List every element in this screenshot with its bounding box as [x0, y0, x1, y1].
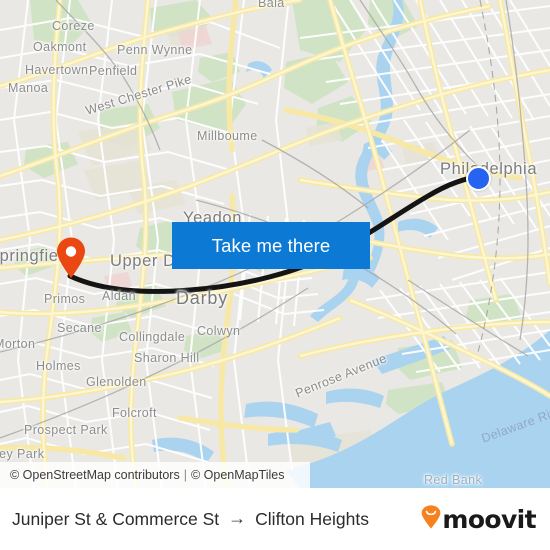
- arrow-right-icon: →: [228, 507, 247, 528]
- moovit-logo[interactable]: moovit: [421, 504, 537, 534]
- take-me-there-button[interactable]: Take me there: [172, 222, 370, 269]
- attribution-osm[interactable]: © OpenStreetMap contributors: [10, 468, 180, 482]
- route-destination: Clifton Heights: [255, 508, 369, 529]
- attribution-maptiles[interactable]: © OpenMapTiles: [191, 468, 285, 482]
- footer-bar: Juniper St & Commerce St → Clifton Heigh…: [0, 488, 550, 550]
- moovit-trip-planner-screen: Bala Coreze Oakmont Penn Wynne Havertown…: [0, 0, 550, 550]
- destination-pin-icon[interactable]: [56, 237, 86, 279]
- route-summary: Juniper St & Commerce St → Clifton Heigh…: [12, 507, 369, 530]
- moovit-pin-icon: [421, 504, 441, 534]
- map-canvas[interactable]: Bala Coreze Oakmont Penn Wynne Havertown…: [0, 0, 550, 488]
- current-location-dot-icon[interactable]: [466, 166, 491, 191]
- route-origin: Juniper St & Commerce St: [12, 508, 220, 529]
- moovit-wordmark: moovit: [442, 504, 536, 534]
- map-attribution: © OpenStreetMap contributors | © OpenMap…: [0, 462, 310, 488]
- attribution-separator: |: [183, 468, 187, 482]
